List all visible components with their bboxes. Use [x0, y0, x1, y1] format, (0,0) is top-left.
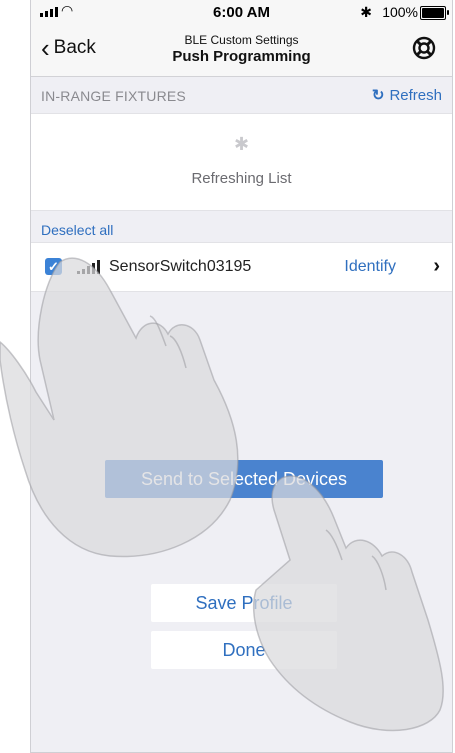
signal-strength-icon: [77, 260, 100, 274]
page-title: Push Programming: [172, 48, 311, 65]
device-name: SensorSwitch03195: [109, 258, 252, 275]
lifebuoy-icon[interactable]: [412, 36, 436, 60]
battery-icon: [420, 6, 449, 20]
bluetooth-icon: ✱: [360, 4, 372, 20]
section-header: IN-RANGE FIXTURES ↻ Refresh: [31, 77, 452, 113]
refresh-icon: ↻: [371, 87, 385, 104]
save-profile-button[interactable]: Save Profile: [151, 584, 337, 622]
deselect-all-link[interactable]: Deselect all: [41, 222, 113, 238]
navigation-bar: ‹ Back BLE Custom Settings Push Programm…: [31, 24, 452, 77]
status-bar: ◠ 6:00 AM ✱ 100%: [31, 0, 452, 24]
refreshing-panel: ✱ Refreshing List: [31, 113, 452, 211]
device-row[interactable]: ✓ SensorSwitch03195 Identify ›: [31, 242, 452, 292]
nav-subtitle: BLE Custom Settings: [184, 33, 299, 47]
refresh-label: Refresh: [389, 86, 442, 104]
refresh-button[interactable]: ↻ Refresh: [371, 86, 442, 105]
battery-percent: 100%: [382, 4, 418, 20]
section-header-label: IN-RANGE FIXTURES: [41, 88, 186, 104]
chevron-right-icon[interactable]: ›: [433, 255, 440, 278]
identify-button[interactable]: Identify: [344, 258, 396, 276]
send-to-selected-button[interactable]: Send to Selected Devices: [105, 460, 383, 498]
phone-screen: ◠ 6:00 AM ✱ 100% ‹ Back BLE Custom Setti…: [30, 0, 453, 753]
done-button[interactable]: Done: [151, 631, 337, 669]
device-checkbox[interactable]: ✓: [45, 258, 62, 275]
bluetooth-icon: ✱: [233, 134, 250, 154]
refreshing-text: Refreshing List: [191, 170, 292, 187]
